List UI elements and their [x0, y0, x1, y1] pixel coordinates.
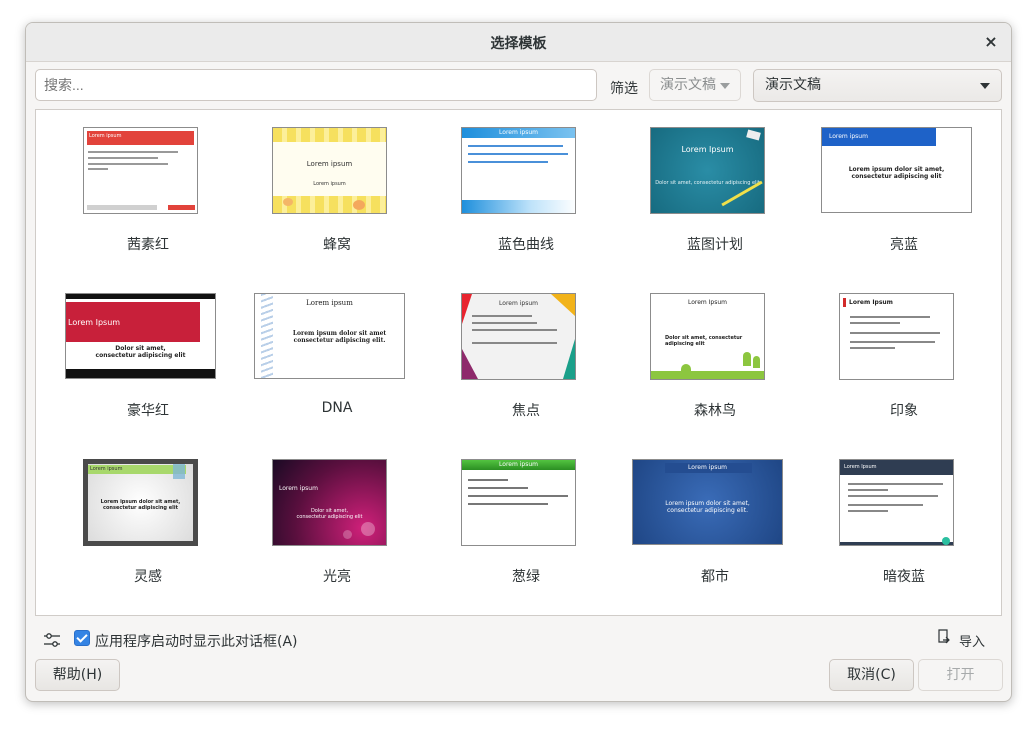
template-thumbnail: Lorem ipsum [461, 293, 576, 380]
template-tile[interactable]: Lorem ipsum Lorem ipsum 蜂窝 [247, 127, 427, 267]
template-tile[interactable]: Lorem ipsum 焦点 [436, 293, 616, 433]
template-thumbnail: Lorem ipsum Lorem ipsum dolor sit amet co… [254, 293, 405, 379]
template-tile[interactable]: Lorem Ipsum 印象 [814, 293, 994, 433]
template-name: 亮蓝 [890, 237, 918, 253]
template-tile[interactable]: Lorem Ipsum Dolor sit amet, consectetur … [625, 127, 805, 267]
template-name: 茜素红 [127, 237, 169, 253]
help-button[interactable]: 帮助(H) [35, 659, 120, 691]
template-dialog: 选择模板 × 筛选 演示文稿 演示文稿 Lorem ipsum 茜素红 [25, 22, 1012, 702]
open-button[interactable]: 打开 [918, 659, 1003, 691]
template-thumbnail: Lorem ipsum Lorem ipsum dolor sit amet, c… [632, 459, 783, 545]
titlebar: 选择模板 × [26, 23, 1011, 62]
template-tile[interactable]: Lorem ipsum Lorem ipsum dolor sit amet co… [247, 293, 427, 433]
template-name: 蓝色曲线 [498, 237, 554, 253]
template-tile[interactable]: Lorem ipsum Lorem ipsum dolor sit amet, c… [814, 127, 994, 267]
template-thumbnail: Lorem ipsum Lorem ipsum dolor sit amet, c… [83, 459, 198, 546]
settings-sliders-icon[interactable] [43, 631, 61, 649]
template-name: 蜂窝 [323, 237, 351, 253]
template-name: 暗夜蓝 [883, 569, 925, 585]
template-tile[interactable]: Lorem ipsum 葱绿 [436, 459, 616, 599]
template-name: DNA [321, 400, 353, 416]
template-thumbnail: Lorem ipsum [461, 459, 576, 546]
template-thumbnail: Lorem Ipsum [839, 293, 954, 380]
template-name: 印象 [890, 403, 918, 419]
template-name: 焦点 [512, 403, 540, 419]
template-tile[interactable]: Lorem ipsum 茜素红 [58, 127, 238, 267]
chevron-down-icon [720, 83, 730, 89]
template-name: 森林鸟 [694, 403, 736, 419]
close-icon[interactable]: × [981, 32, 1001, 52]
template-name: 灵感 [134, 569, 162, 585]
template-thumbnail: Lorem ipsum Dolor sit amet, consectetur a… [272, 459, 387, 546]
show-on-startup-checkbox[interactable] [74, 630, 90, 646]
template-tile[interactable]: Lorem Ipsum Dolor sit amet, consectetur a… [58, 293, 238, 433]
template-tile[interactable]: Lorem ipsum 蓝色曲线 [436, 127, 616, 267]
dialog-title: 选择模板 [490, 36, 547, 52]
template-name: 豪华红 [127, 403, 169, 419]
template-thumbnail: Lorem ipsum Lorem ipsum dolor sit amet, c… [821, 127, 972, 213]
template-grid: Lorem ipsum 茜素红 Lorem ipsum Lorem ipsum … [35, 109, 1002, 616]
show-on-startup-label[interactable]: 应用程序启动时显示此对话框(A) [95, 631, 298, 651]
template-thumbnail: Lorem ipsum [461, 127, 576, 214]
template-thumbnail: Lorem Ipsum Dolor sit amet, consectetur … [650, 127, 765, 214]
filter-category-select[interactable]: 演示文稿 [649, 69, 741, 101]
filter-category-value: 演示文稿 [660, 77, 716, 93]
template-tile[interactable]: Lorem ipsum Dolor sit amet, consectetur a… [247, 459, 427, 599]
search-input[interactable] [35, 69, 597, 101]
template-thumbnail: Lorem ipsum Lorem ipsum [272, 127, 387, 214]
template-tile[interactable]: Lorem ipsum Lorem ipsum dolor sit amet, c… [58, 459, 238, 599]
cancel-button[interactable]: 取消(C) [829, 659, 914, 691]
template-thumbnail: Lorem Ipsum [839, 459, 954, 546]
chevron-down-icon [980, 83, 990, 89]
template-name: 蓝图计划 [687, 237, 743, 253]
template-tile[interactable]: Lorem Ipsum 暗夜蓝 [814, 459, 994, 599]
import-icon[interactable] [937, 629, 951, 645]
document-type-select[interactable]: 演示文稿 [753, 69, 1002, 102]
template-thumbnail: Lorem ipsum [83, 127, 198, 214]
document-type-value: 演示文稿 [765, 77, 821, 93]
template-thumbnail: Lorem Ipsum Dolor sit amet, consectetur … [650, 293, 765, 380]
template-name: 葱绿 [512, 569, 540, 585]
template-tile[interactable]: Lorem ipsum Lorem ipsum dolor sit amet, c… [625, 459, 805, 599]
filter-label: 筛选 [610, 81, 638, 97]
template-name: 都市 [701, 569, 729, 585]
import-button[interactable]: 导入 [959, 631, 985, 650]
template-name: 光亮 [323, 569, 351, 585]
template-thumbnail: Lorem Ipsum Dolor sit amet, consectetur a… [65, 293, 216, 379]
template-tile[interactable]: Lorem Ipsum Dolor sit amet, consectetur … [625, 293, 805, 433]
